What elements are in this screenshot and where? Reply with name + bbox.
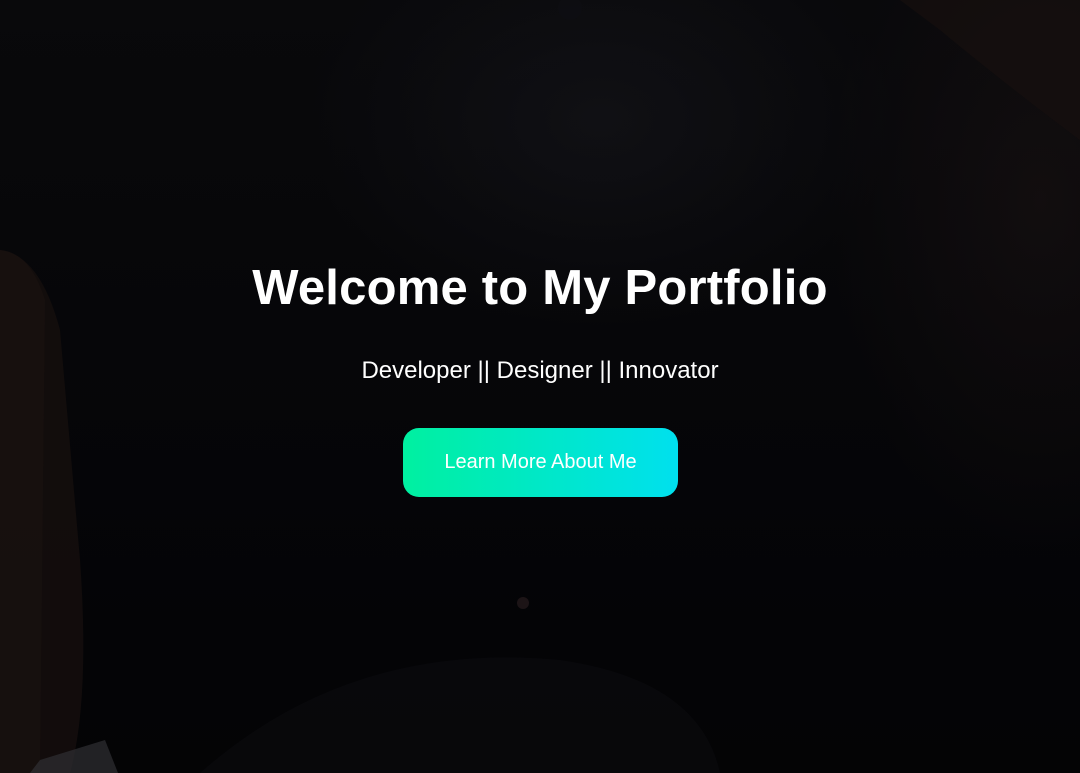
learn-more-button[interactable]: Learn More About Me [403, 428, 678, 497]
hero-content: Welcome to My Portfolio Developer || Des… [0, 0, 1080, 773]
hero-section: Welcome to My Portfolio Developer || Des… [0, 0, 1080, 773]
hero-subtitle: Developer || Designer || Innovator [361, 357, 719, 384]
hero-title: Welcome to My Portfolio [252, 261, 828, 315]
